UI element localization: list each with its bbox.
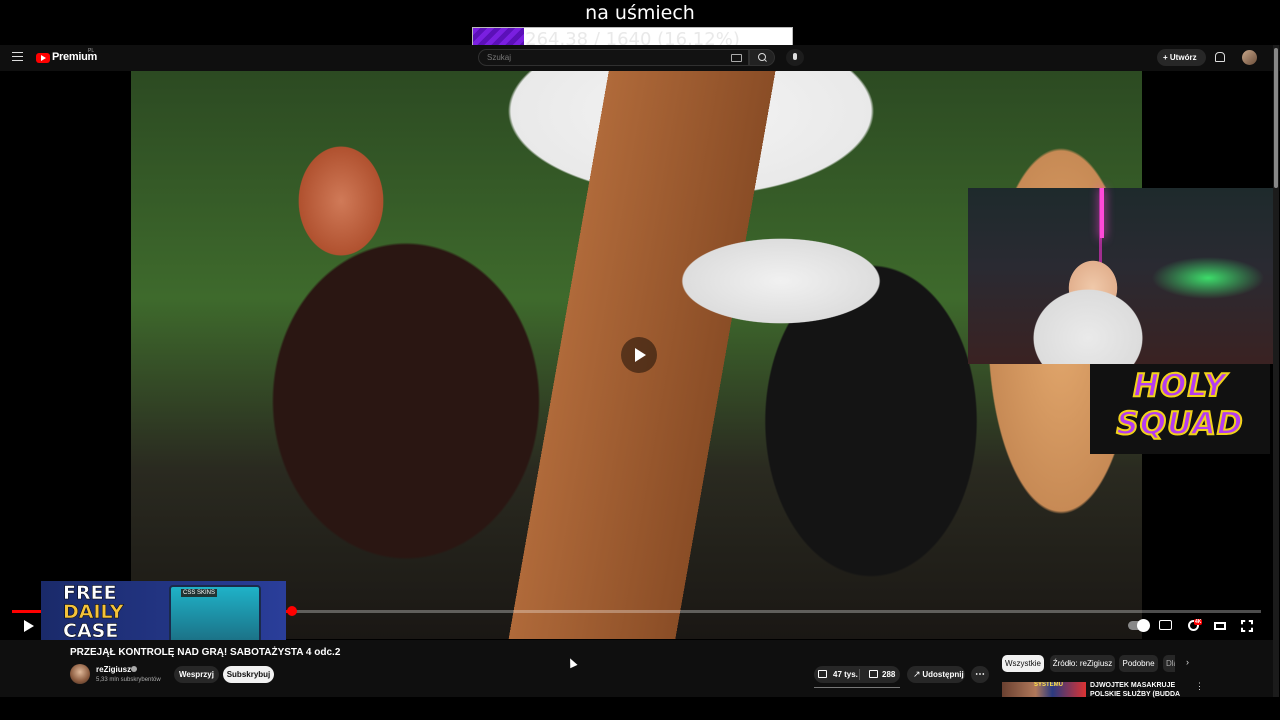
chip-for-you[interactable]: Dla Ciebie [1163, 655, 1175, 672]
dislike-icon[interactable] [869, 670, 878, 678]
chip-related[interactable]: Podobne [1119, 655, 1158, 672]
search-button[interactable] [749, 49, 775, 66]
streamer-webcam [968, 188, 1273, 364]
progress-scrubber[interactable] [287, 606, 297, 616]
channel-avatar[interactable] [70, 664, 90, 684]
plus-icon: + [1163, 53, 1170, 62]
thumbnail-label: SYSTEMU [1034, 682, 1064, 688]
create-button[interactable]: + Utwórz [1157, 49, 1206, 66]
youtube-logo-icon[interactable] [36, 53, 50, 63]
chip-all[interactable]: Wszystkie [1002, 655, 1044, 672]
like-ratio-bar [814, 687, 900, 688]
play-icon[interactable] [24, 620, 34, 632]
scrollbar-thumb[interactable] [1274, 48, 1278, 188]
mic-icon[interactable] [786, 49, 804, 66]
keyboard-icon[interactable] [731, 54, 742, 62]
recommendation-thumbnail[interactable]: SYSTEMU [1002, 682, 1086, 697]
ad-text-case: CASE [63, 620, 119, 642]
bell-icon[interactable] [1215, 52, 1225, 62]
search-input[interactable]: Szukaj [478, 49, 749, 66]
support-button[interactable]: Wesprzyj [174, 666, 219, 683]
autoplay-toggle[interactable] [1128, 619, 1150, 632]
country-code: PL [88, 48, 95, 54]
holy-squad-logo: HOLY SQUAD [1090, 364, 1270, 454]
ad-case-image: CSS SKINS [169, 585, 261, 644]
menu-icon[interactable] [12, 52, 23, 61]
like-icon[interactable] [818, 670, 827, 678]
video-title: PRZEJĄŁ KONTROLĘ NAD GRĄ! SABOTAŻYSTA 4 … [70, 647, 341, 658]
share-icon: ↗ [913, 669, 921, 679]
center-play-icon[interactable] [621, 337, 657, 373]
fullscreen-icon[interactable] [1241, 620, 1253, 632]
subtitles-icon[interactable] [1159, 620, 1172, 630]
avatar[interactable] [1242, 50, 1257, 65]
dislike-count[interactable]: 288 [882, 666, 895, 683]
chip-from-channel[interactable]: Źródło: reZigiusz [1050, 655, 1115, 672]
more-vert-icon[interactable]: ⋮ [1195, 681, 1204, 692]
channel-name[interactable]: reZigiusz [96, 665, 131, 674]
quality-badge: 4K [1194, 619, 1203, 625]
theater-icon[interactable] [1214, 622, 1226, 630]
overlay-title: na uśmiech [585, 2, 695, 24]
logo-line-2: SQUAD [1115, 405, 1244, 443]
subscribe-button[interactable]: Subskrybuj [223, 666, 274, 683]
recommendation-title[interactable]: DJWOJTEK MASAKRUJE POLSKIE SŁUŻBY (BUDDA [1090, 681, 1190, 699]
create-label: Utwórz [1169, 53, 1197, 62]
like-count[interactable]: 47 tys. [833, 666, 858, 683]
verified-icon [131, 666, 137, 672]
neon-light [1100, 188, 1104, 238]
chevron-right-icon[interactable]: › [1186, 657, 1189, 667]
subscriber-count: 5,33 mln subskrybentów [96, 677, 161, 683]
divider [859, 669, 860, 680]
more-actions-button[interactable]: ⋯ [971, 666, 989, 683]
ad-case-label: CSS SKINS [181, 589, 218, 597]
logo-line-1: HOLY [1132, 367, 1227, 405]
ad-banner[interactable]: FREE DAILY CASE CSS SKINS [41, 581, 286, 644]
